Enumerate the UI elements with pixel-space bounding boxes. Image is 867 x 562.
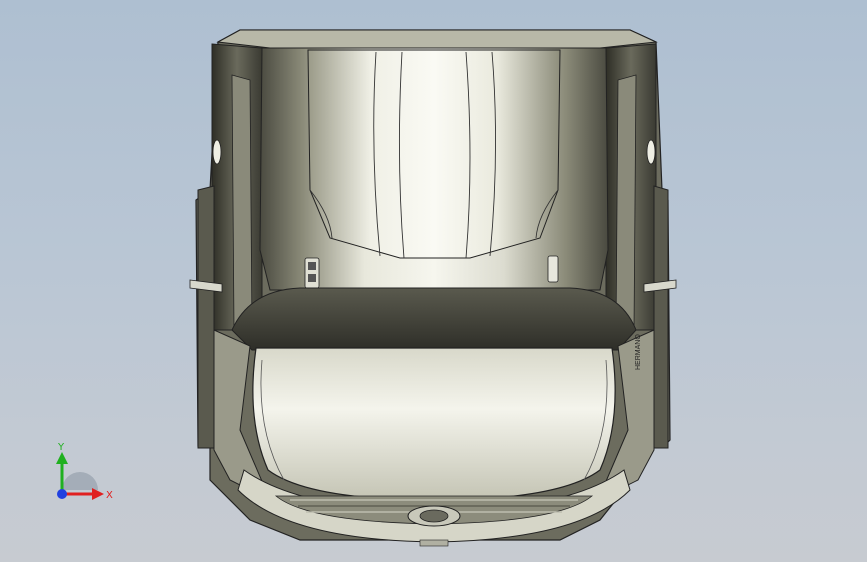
x-axis-label: X [106,490,113,501]
emblem-text: HERMANO [635,334,642,370]
y-axis-label: Y [57,442,65,453]
x-axis-arrow [92,488,104,500]
graphics-viewport[interactable]: HERMANO Y X [0,0,867,562]
y-axis-arrow [56,452,68,464]
car-model[interactable]: HERMANO [0,0,867,562]
z-axis-dot [57,489,67,499]
axis-triad: Y X [56,442,113,501]
